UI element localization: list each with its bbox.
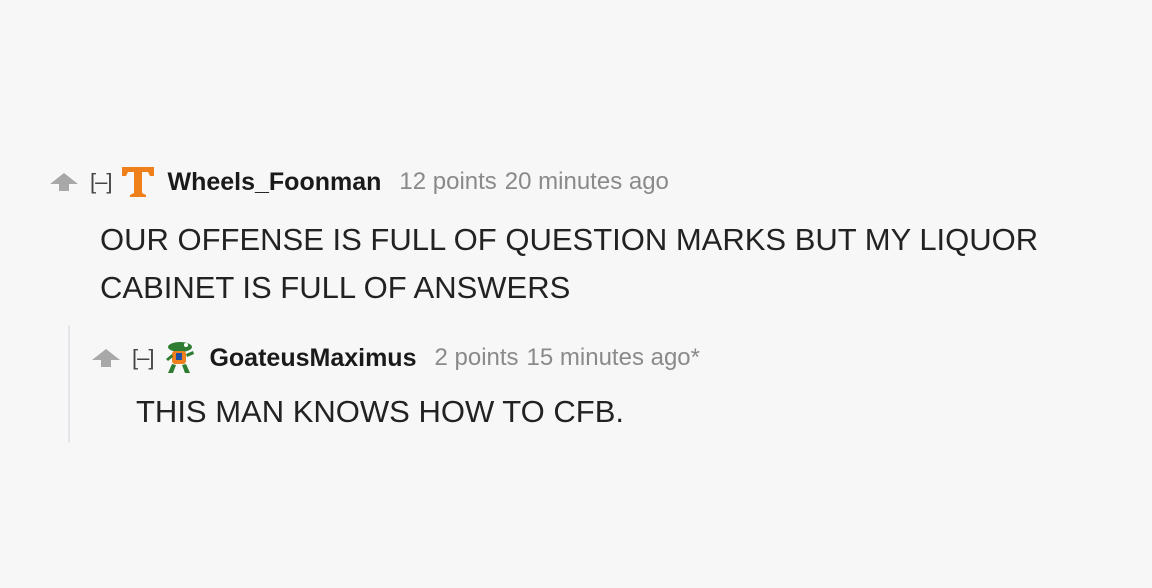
collapse-toggle[interactable]: [–]: [90, 169, 112, 195]
tennessee-t-icon: [121, 166, 155, 198]
author-link[interactable]: GoateusMaximus: [209, 344, 416, 373]
author-link[interactable]: Wheels_Foonman: [167, 168, 381, 197]
score: 2 points: [434, 344, 519, 371]
comment-header: [–] GoateusMaximus 2 points 15 minutes a…: [90, 338, 1090, 378]
comment-body: OUR OFFENSE IS FULL OF QUESTION MARKS BU…: [100, 222, 1039, 305]
score: 12 points: [399, 168, 497, 195]
comment-header: [–] Wheels_Foonman 12 points 20 minutes …: [48, 162, 1138, 202]
child-thread-line[interactable]: [68, 325, 70, 443]
comment: [–] GoateusMaximus 2 points 15 minutes a…: [90, 338, 1090, 436]
timestamp[interactable]: 20 minutes ago: [505, 168, 669, 196]
collapse-toggle[interactable]: [–]: [132, 345, 154, 371]
comment: [–] Wheels_Foonman 12 points 20 minutes …: [48, 162, 1138, 312]
comment-body: THIS MAN KNOWS HOW TO CFB.: [136, 394, 624, 429]
upvote-arrow-icon[interactable]: [90, 347, 122, 369]
upvote-arrow-icon[interactable]: [48, 171, 80, 193]
gator-mascot-icon: [163, 340, 197, 376]
comment-thread: [–] Wheels_Foonman 12 points 20 minutes …: [0, 0, 1152, 588]
timestamp[interactable]: 15 minutes ago*: [527, 344, 700, 372]
